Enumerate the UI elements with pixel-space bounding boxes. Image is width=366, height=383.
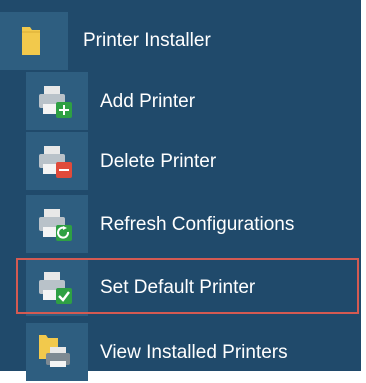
menu-item-label: Refresh Configurations <box>100 214 295 235</box>
folder-icon <box>22 27 40 55</box>
menu-header[interactable]: Printer Installer <box>0 12 361 70</box>
view-printers-icon <box>39 335 70 367</box>
printer-installer-menu: Printer Installer Add Printer Delete Pri… <box>0 0 366 381</box>
add-printer-icon <box>39 86 72 118</box>
menu-item-add-printer[interactable]: Add Printer <box>0 72 361 132</box>
delete-printer-icon <box>39 146 72 178</box>
menu-panel: Printer Installer Add Printer Delete Pri… <box>0 0 361 381</box>
menu-header-label: Printer Installer <box>83 30 211 51</box>
menu-item-delete-printer[interactable]: Delete Printer <box>0 132 361 192</box>
menu-item-label: Add Printer <box>100 91 196 112</box>
refresh-printer-icon <box>39 209 72 241</box>
menu-item-label: Delete Printer <box>100 151 217 172</box>
selection-highlight <box>16 258 359 314</box>
menu-item-label: View Installed Printers <box>100 342 288 363</box>
menu-item-refresh-configurations[interactable]: Refresh Configurations <box>0 195 361 255</box>
menu-item-view-installed-printers[interactable]: View Installed Printers <box>0 323 361 383</box>
